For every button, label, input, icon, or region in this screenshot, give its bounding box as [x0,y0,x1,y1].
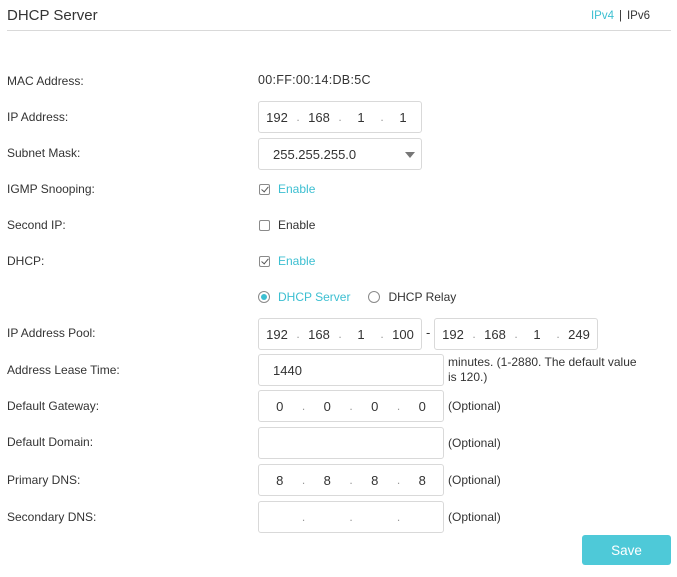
radio-dhcp-server-label: DHCP Server [278,290,351,304]
radio-dhcp-relay-label: DHCP Relay [388,290,457,304]
igmp-snooping-label: IGMP Snooping: [7,182,95,196]
ip-pool-start-input[interactable]: 192. 168. 1. 100 [258,318,422,350]
save-button[interactable]: Save [582,535,671,565]
ip-octet[interactable]: 0 [259,399,301,414]
default-gateway-input[interactable]: 0. 0. 0. 0 [258,390,444,422]
ip-octet[interactable]: 1 [519,327,555,342]
mac-address-value: 00:FF:00:14:DB:5C [258,73,371,87]
ip-version-separator: | [618,10,622,22]
secondary-dns-label: Secondary DNS: [7,510,97,524]
igmp-snooping-enable-label: Enable [278,182,316,196]
checkbox-checked-icon[interactable] [259,183,270,195]
ip-octet[interactable]: 1 [343,110,379,125]
secondary-dns-input[interactable]: . . . [258,501,444,533]
dhcp-label: DHCP: [7,254,45,268]
ip-octet[interactable]: 0 [307,399,349,414]
ip-octet[interactable]: 8 [402,473,444,488]
ip-pool-label: IP Address Pool: [7,326,96,340]
chevron-down-icon [405,152,415,158]
lease-time-note: minutes. (1-2880. The default value is 1… [448,355,637,384]
second-ip-checkbox[interactable]: Enable [259,218,315,232]
radio-dhcp-server[interactable]: DHCP Server [258,290,350,304]
second-ip-enable-label: Enable [278,218,316,232]
primary-dns-optional: (Optional) [448,473,501,487]
lease-time-input[interactable]: 1440 [258,354,444,386]
ip-octet[interactable]: 168 [477,327,513,342]
ip-octet[interactable]: 0 [402,399,444,414]
ip-octet[interactable]: 100 [385,327,421,342]
subnet-mask-label: Subnet Mask: [7,146,81,160]
radio-unselected-icon[interactable] [368,291,381,303]
ip-address-input[interactable]: 192. 168. 1. 1 [258,101,422,133]
ip-pool-end-input[interactable]: 192. 168. 1. 249 [434,318,598,350]
mac-address-label: MAC Address: [7,74,84,88]
ip-octet[interactable]: 168 [301,110,337,125]
ip-octet[interactable]: 1 [385,110,421,125]
secondary-dns-optional: (Optional) [448,510,501,524]
subnet-mask-value: 255.255.255.0 [273,146,357,162]
ipv6-link[interactable]: IPv6 [627,10,650,22]
subnet-mask-select[interactable]: 255.255.255.0 [258,138,422,170]
primary-dns-input[interactable]: 8. 8. 8. 8 [258,464,444,496]
default-gateway-label: Default Gateway: [7,399,100,413]
ip-octet[interactable]: 0 [354,399,396,414]
ip-octet[interactable]: 8 [354,473,396,488]
second-ip-label: Second IP: [7,218,66,232]
primary-dns-label: Primary DNS: [7,473,81,487]
ip-octet[interactable]: 168 [301,327,337,342]
radio-selected-icon[interactable] [258,291,270,303]
default-domain-label: Default Domain: [7,435,94,449]
default-domain-optional: (Optional) [448,436,501,450]
ip-version-switch: IPv4 | IPv6 [591,10,650,22]
dhcp-enable-label: Enable [278,254,316,268]
ip-octet[interactable]: 1 [343,327,379,342]
default-domain-input[interactable] [258,427,444,459]
page-title: DHCP Server [7,7,98,24]
octet-dot: . [349,510,353,524]
default-gateway-optional: (Optional) [448,399,501,413]
ipv4-link[interactable]: IPv4 [591,10,614,22]
octet-dot: . [301,510,306,524]
radio-dhcp-relay[interactable]: DHCP Relay [368,290,456,304]
igmp-snooping-checkbox[interactable]: Enable [259,182,315,196]
ip-pool-dash: - [426,325,431,340]
dhcp-checkbox[interactable]: Enable [259,254,315,268]
octet-dot: . [396,510,401,524]
ip-octet[interactable]: 8 [307,473,349,488]
ip-octet[interactable]: 8 [259,473,301,488]
ip-octet[interactable]: 192 [435,327,471,342]
lease-time-label: Address Lease Time: [7,363,120,377]
checkbox-unchecked-icon[interactable] [259,219,270,231]
lease-time-value: 1440 [273,362,302,378]
ip-octet[interactable]: 249 [561,327,597,342]
ip-octet[interactable]: 192 [259,110,295,125]
ip-address-label: IP Address: [7,110,69,124]
checkbox-checked-icon[interactable] [259,255,270,267]
page-header: DHCP Server IPv4 | IPv6 [7,0,671,31]
dhcp-mode-radio-group: DHCP Server DHCP Relay [258,290,474,304]
ip-octet[interactable]: 192 [259,327,295,342]
